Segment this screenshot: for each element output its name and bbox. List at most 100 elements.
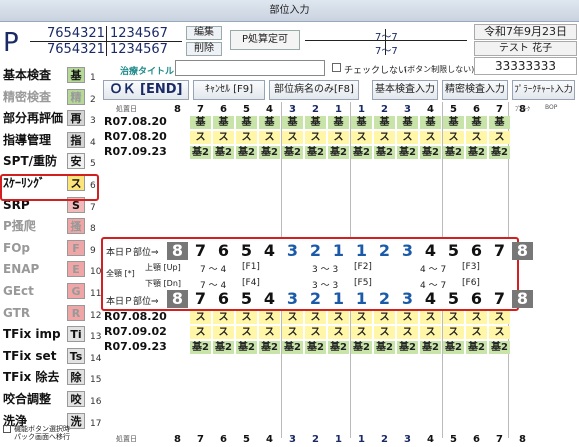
range-key[interactable]: [F2] bbox=[354, 262, 372, 272]
select-tooth-button[interactable]: 1 bbox=[351, 290, 372, 308]
grid-cell[interactable]: 基2 bbox=[443, 341, 464, 354]
footer-checkbox[interactable] bbox=[3, 425, 11, 433]
select-tooth-button[interactable]: 7 bbox=[489, 290, 510, 308]
grid-cell[interactable]: ス bbox=[259, 131, 280, 144]
part-name-button[interactable]: 部位病名のみ[F8] bbox=[269, 80, 359, 100]
grid-cell[interactable]: ス bbox=[397, 311, 418, 324]
edit-button[interactable]: 編集 bbox=[186, 26, 222, 40]
grid-cell[interactable]: 基2 bbox=[213, 146, 234, 159]
grid-cell[interactable]: 基 bbox=[397, 116, 418, 129]
select-tooth-button[interactable]: 8 bbox=[167, 242, 188, 260]
sidebar-item[interactable]: FOp F bbox=[0, 237, 88, 259]
grid-cell[interactable]: 基 bbox=[443, 116, 464, 129]
grid-cell[interactable]: ス bbox=[466, 131, 487, 144]
grid-cell[interactable]: ス bbox=[328, 326, 349, 339]
grid-cell[interactable]: 基 bbox=[236, 116, 257, 129]
grid-cell[interactable]: ス bbox=[236, 131, 257, 144]
grid-cell[interactable]: ス bbox=[190, 326, 211, 339]
grid-cell[interactable]: 基2 bbox=[351, 146, 372, 159]
select-tooth-button[interactable]: 5 bbox=[236, 290, 257, 308]
grid-cell[interactable]: ス bbox=[443, 311, 464, 324]
select-tooth-button[interactable]: 3 bbox=[397, 290, 418, 308]
select-tooth-button[interactable]: 2 bbox=[374, 290, 395, 308]
grid-cell[interactable]: 基2 bbox=[443, 146, 464, 159]
range-key[interactable]: [F4] bbox=[242, 278, 260, 288]
select-tooth-button[interactable]: 7 bbox=[190, 290, 211, 308]
select-tooth-button[interactable]: 4 bbox=[420, 242, 441, 260]
select-tooth-button[interactable]: 8 bbox=[512, 242, 533, 260]
select-tooth-button[interactable]: 2 bbox=[305, 242, 326, 260]
grid-cell[interactable]: 基2 bbox=[466, 146, 487, 159]
grid-cell[interactable]: 基 bbox=[420, 116, 441, 129]
grid-cell[interactable]: ス bbox=[282, 311, 303, 324]
grid-cell[interactable]: ス bbox=[213, 311, 234, 324]
select-tooth-button[interactable]: 3 bbox=[397, 242, 418, 260]
precise-input-button[interactable]: 精密検査入力 bbox=[442, 80, 508, 100]
select-tooth-button[interactable]: 1 bbox=[351, 242, 372, 260]
grid-cell[interactable]: 基 bbox=[351, 116, 372, 129]
grid-cell[interactable]: 基 bbox=[466, 116, 487, 129]
grid-cell[interactable]: ス bbox=[236, 311, 257, 324]
grid-cell[interactable]: 基2 bbox=[397, 146, 418, 159]
grid-cell[interactable]: ス bbox=[420, 326, 441, 339]
sidebar-item[interactable]: TFix imp Ti bbox=[0, 323, 88, 345]
sidebar-item[interactable]: GTR R bbox=[0, 302, 88, 324]
grid-cell[interactable]: ス bbox=[489, 311, 510, 324]
grid-cell[interactable]: 基2 bbox=[190, 341, 211, 354]
grid-cell[interactable]: 基2 bbox=[328, 146, 349, 159]
grid-cell[interactable]: 基2 bbox=[305, 341, 326, 354]
grid-cell[interactable]: 基2 bbox=[213, 341, 234, 354]
select-tooth-button[interactable]: 1 bbox=[328, 290, 349, 308]
grid-cell[interactable]: ス bbox=[190, 311, 211, 324]
grid-cell[interactable]: 基 bbox=[305, 116, 326, 129]
sidebar-item[interactable]: TFix set Ts bbox=[0, 345, 88, 367]
select-tooth-button[interactable]: 4 bbox=[259, 290, 280, 308]
grid-cell[interactable]: ス bbox=[282, 131, 303, 144]
ok-button[interactable]: ＯＫ [END] bbox=[103, 80, 189, 100]
grid-cell[interactable]: ス bbox=[213, 131, 234, 144]
select-tooth-button[interactable]: 4 bbox=[420, 290, 441, 308]
grid-cell[interactable]: 基 bbox=[328, 116, 349, 129]
grid-cell[interactable]: ス bbox=[282, 326, 303, 339]
select-tooth-button[interactable]: 6 bbox=[466, 290, 487, 308]
grid-cell[interactable]: ス bbox=[305, 311, 326, 324]
grid-cell[interactable]: ス bbox=[351, 326, 372, 339]
sidebar-item[interactable]: 指導管理指 bbox=[0, 129, 88, 151]
plaque-input-button[interactable]: ﾌﾟﾗｰｸﾁｬｰﾄ入力 bbox=[512, 80, 575, 100]
range-text[interactable]: 7 ～ 4 bbox=[200, 262, 226, 275]
grid-cell[interactable]: ス bbox=[374, 131, 395, 144]
select-tooth-button[interactable]: 1 bbox=[328, 242, 349, 260]
grid-cell[interactable]: 基2 bbox=[259, 146, 280, 159]
sidebar-item[interactable]: 咬合調整 咬 bbox=[0, 388, 88, 410]
grid-cell[interactable]: 基 bbox=[190, 116, 211, 129]
select-tooth-button[interactable]: 5 bbox=[236, 242, 257, 260]
sidebar-item[interactable]: GEct G bbox=[0, 280, 88, 302]
range-text[interactable]: 4 ～ 7 bbox=[420, 262, 446, 275]
grid-cell[interactable]: ス bbox=[420, 131, 441, 144]
select-tooth-button[interactable]: 3 bbox=[282, 290, 303, 308]
select-tooth-button[interactable]: 5 bbox=[443, 242, 464, 260]
grid-cell[interactable]: 基2 bbox=[374, 341, 395, 354]
grid-cell[interactable]: ス bbox=[466, 326, 487, 339]
sidebar-item[interactable]: 部分再評価再 bbox=[0, 107, 88, 129]
grid-cell[interactable]: ス bbox=[397, 131, 418, 144]
grid-cell[interactable]: ス bbox=[443, 326, 464, 339]
range-key[interactable]: [F5] bbox=[354, 278, 372, 288]
select-tooth-button[interactable]: 5 bbox=[443, 290, 464, 308]
range-key[interactable]: [F1] bbox=[242, 262, 260, 272]
grid-cell[interactable]: ス bbox=[328, 311, 349, 324]
grid-cell[interactable]: 基2 bbox=[282, 146, 303, 159]
range-text[interactable]: 3 ～ 3 bbox=[312, 262, 338, 275]
grid-cell[interactable]: ス bbox=[420, 311, 441, 324]
select-tooth-button[interactable]: 4 bbox=[259, 242, 280, 260]
grid-cell[interactable]: ス bbox=[466, 311, 487, 324]
grid-cell[interactable]: ス bbox=[305, 131, 326, 144]
grid-cell[interactable]: 基2 bbox=[420, 146, 441, 159]
select-tooth-button[interactable]: 3 bbox=[282, 242, 303, 260]
select-tooth-button[interactable]: 8 bbox=[167, 290, 188, 308]
grid-cell[interactable]: ス bbox=[259, 326, 280, 339]
grid-cell[interactable]: ス bbox=[489, 326, 510, 339]
sidebar-item[interactable]: 精密検査精 bbox=[0, 86, 88, 108]
grid-cell[interactable]: 基2 bbox=[351, 341, 372, 354]
grid-cell[interactable]: 基2 bbox=[236, 341, 257, 354]
